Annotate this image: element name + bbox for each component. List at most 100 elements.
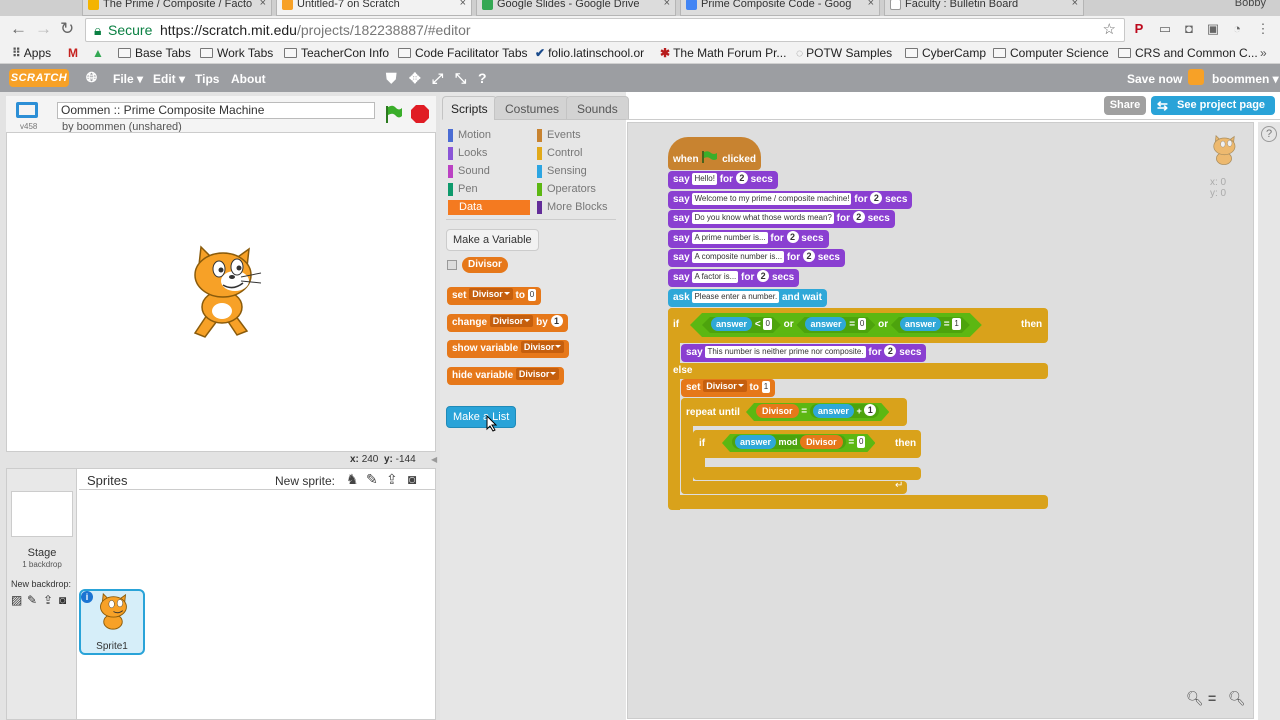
category-motion[interactable]: Motion [448, 128, 491, 143]
camera-icon[interactable]: ◙ [59, 593, 66, 607]
bookmark-folder[interactable]: TeacherCon Info [284, 46, 389, 60]
category-sensing[interactable]: Sensing [537, 164, 587, 179]
stage-size-toggle-icon[interactable]: ◀ [431, 455, 439, 465]
set-variable-block[interactable]: set Divisor to 0 [447, 287, 542, 305]
delete-scissors-icon[interactable]: ✥ [409, 70, 421, 87]
less-than-condition[interactable]: answer < 0 [702, 317, 781, 333]
scratch-logo[interactable]: SCRATCH [9, 69, 69, 87]
tab-sounds[interactable]: Sounds [566, 96, 629, 120]
bookmark-folder[interactable]: Code Facilitator Tabs [398, 46, 528, 60]
variable-dropdown[interactable]: Divisor [489, 315, 534, 327]
question-input[interactable]: Please enter a number. [692, 291, 780, 303]
show-variable-block[interactable]: show variable Divisor [447, 340, 570, 358]
browser-tab[interactable]: Google Slides - Google Drive × [476, 0, 676, 16]
tab-scripts[interactable]: Scripts [442, 96, 497, 120]
say-block[interactable]: say A prime number is... for 2 secs [668, 230, 829, 248]
secs-input[interactable]: 2 [735, 172, 748, 184]
zoom-out-icon[interactable]: 🔍︎ [1186, 690, 1204, 707]
say-block[interactable]: say Do you know what those words mean? f… [668, 210, 895, 228]
value-input[interactable]: 0 [763, 318, 771, 330]
menu-icon[interactable]: ⋮ [1254, 20, 1272, 38]
answer-reporter[interactable]: answer [805, 317, 846, 331]
zoom-reset-icon[interactable]: = [1208, 690, 1216, 706]
say-block[interactable]: say A factor is... for 2 secs [668, 269, 800, 287]
sprite-library-icon[interactable]: ♞ [346, 471, 359, 488]
category-sound[interactable]: Sound [448, 164, 490, 179]
secs-input[interactable]: 2 [802, 250, 815, 262]
set-divisor-block[interactable]: set Divisor to 1 [681, 379, 776, 397]
shrink-icon[interactable]: ⤡ [455, 70, 466, 87]
paint-brush-icon[interactable]: ✎ [366, 471, 378, 488]
address-bar[interactable]: 🔒︎ Secure https://scratch.mit.edu/projec… [85, 18, 1125, 42]
forward-arrow-icon[interactable]: → [35, 20, 52, 38]
say-block[interactable]: say A composite number is... for 2 secs [668, 249, 845, 267]
bookmark-star-icon[interactable]: ☆ [1103, 19, 1116, 41]
pinterest-icon[interactable]: P [1130, 20, 1148, 38]
secs-input[interactable]: 2 [852, 211, 865, 223]
browser-tab[interactable]: Faculty : Bulletin Board × [884, 0, 1084, 16]
divisor-reporter[interactable]: Divisor [800, 435, 843, 449]
close-icon[interactable]: × [1072, 0, 1078, 9]
answer-reporter[interactable]: answer [900, 317, 941, 331]
menu-edit[interactable]: Edit ▾ [153, 72, 185, 86]
divisor-reporter-block[interactable]: Divisor [462, 256, 508, 273]
message-input[interactable]: This number is neither prime nor composi… [705, 346, 866, 358]
bookmark-folder[interactable]: CyberCamp [905, 46, 986, 60]
extension-icon[interactable]: ◘ [1180, 20, 1198, 38]
value-input[interactable]: 0 [527, 289, 537, 301]
camera-icon[interactable]: ◙ [408, 471, 416, 487]
say-block[interactable]: say This number is neither prime nor com… [681, 344, 927, 362]
bookmark-folder[interactable]: CRS and Common C... [1118, 46, 1258, 60]
value-input[interactable]: 1 [761, 381, 771, 393]
menu-file[interactable]: File ▾ [113, 72, 143, 86]
browser-tab[interactable]: Prime Composite Code - Goog × [680, 0, 880, 16]
drive-icon[interactable]: ▲ [92, 46, 104, 60]
equals-condition[interactable]: answer = 1 [891, 317, 970, 333]
secs-input[interactable]: 2 [884, 345, 897, 357]
message-input[interactable]: Hello! [692, 173, 717, 185]
mod-equals-condition[interactable]: answer mod Divisor = 0 [722, 434, 875, 452]
back-arrow-icon[interactable]: ← [10, 20, 27, 38]
message-input[interactable]: Welcome to my prime / composite machine! [692, 193, 852, 205]
value-input[interactable]: 0 [857, 436, 865, 448]
menu-about[interactable]: About [231, 72, 266, 86]
close-icon[interactable]: × [460, 0, 466, 9]
profile-name[interactable]: Bobby [1235, 0, 1266, 9]
bookmark-link[interactable]: ✱ The Math Forum Pr... [660, 46, 786, 60]
tab-costumes[interactable]: Costumes [494, 96, 571, 120]
value-input[interactable]: 0 [858, 318, 866, 330]
category-data[interactable]: Data [448, 200, 530, 215]
variable-dropdown[interactable]: Divisor [703, 380, 747, 392]
divisor-reporter[interactable]: Divisor [756, 404, 799, 418]
grow-icon[interactable]: ⤢ [432, 70, 443, 87]
upload-icon[interactable]: ⇪ [386, 471, 398, 488]
variable-dropdown[interactable]: Divisor [515, 368, 560, 380]
project-title-field[interactable]: Oommen :: Prime Composite Machine [57, 102, 375, 119]
extension-icon[interactable]: ◔ [1228, 20, 1246, 38]
duplicate-stamp-icon[interactable]: ⛊ [386, 70, 397, 87]
cast-icon[interactable]: ▭ [1156, 20, 1174, 38]
say-block[interactable]: say Hello! for 2 secs [668, 171, 778, 189]
see-project-page-button[interactable]: ⇆ See project page [1151, 96, 1275, 115]
divisor-equals-condition[interactable]: Divisor = answer + 1 [746, 403, 889, 421]
answer-reporter[interactable]: answer [735, 435, 776, 449]
bookmark-folder[interactable]: Computer Science [993, 46, 1109, 60]
answer-reporter[interactable]: answer [711, 317, 752, 331]
bookmark-folder[interactable]: Base Tabs [118, 46, 191, 60]
secs-input[interactable]: 2 [757, 270, 770, 282]
browser-tab-active[interactable]: Untitled-7 on Scratch × [276, 0, 472, 16]
stage-canvas[interactable] [6, 132, 436, 452]
bookmark-folder[interactable]: Work Tabs [200, 46, 273, 60]
category-events[interactable]: Events [537, 128, 581, 143]
sprite-thumbnail[interactable]: i Sprite1 [79, 589, 145, 655]
close-icon[interactable]: × [664, 0, 670, 9]
secs-input[interactable]: 2 [870, 192, 883, 204]
category-more-blocks[interactable]: More Blocks [537, 200, 608, 215]
message-input[interactable]: A prime number is... [692, 232, 768, 244]
category-pen[interactable]: Pen [448, 182, 478, 197]
extension-icon[interactable]: ▣ [1204, 20, 1222, 38]
make-variable-button[interactable]: Make a Variable [446, 229, 539, 251]
green-flag-icon[interactable] [383, 104, 403, 124]
bookmark-apps[interactable]: ⠿ Apps [12, 46, 51, 60]
user-menu[interactable]: boommen ▾ [1212, 72, 1279, 86]
